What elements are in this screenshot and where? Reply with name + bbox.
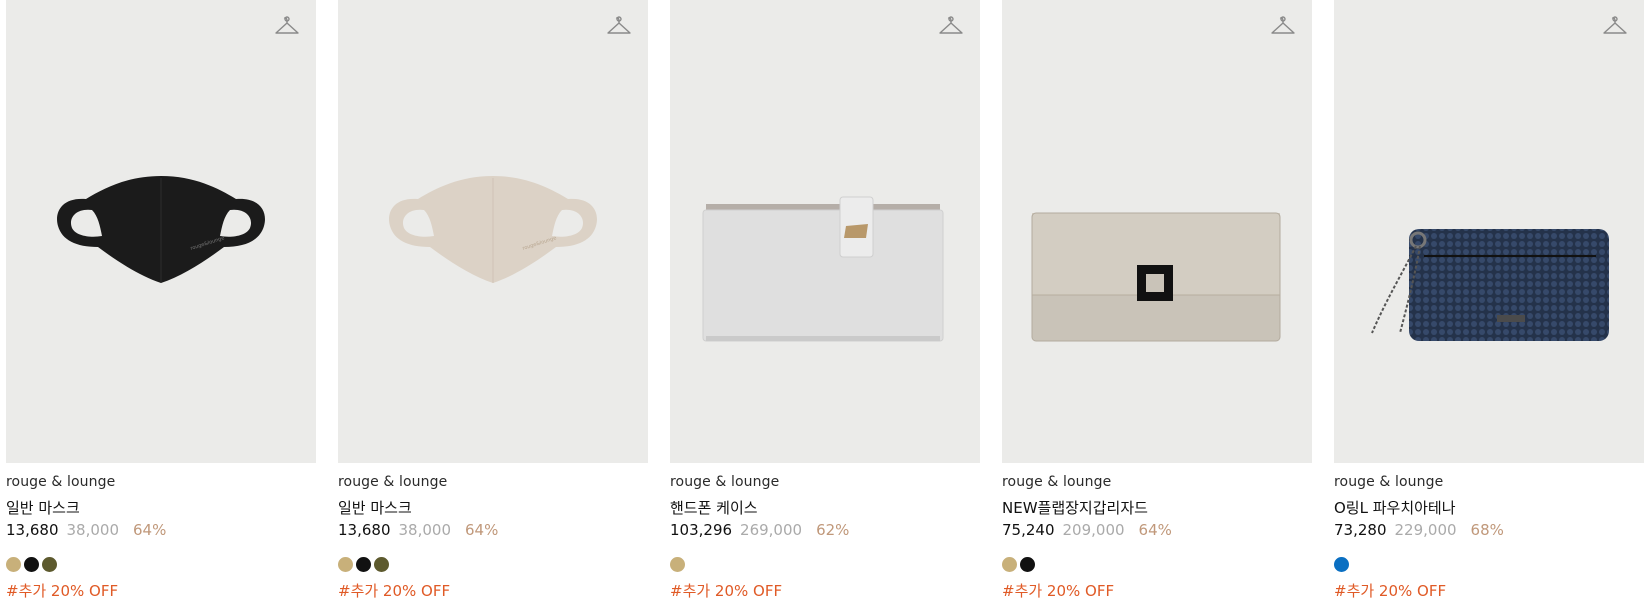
- beige-face-mask-image: rouge&lounge: [389, 176, 597, 283]
- color-swatches: [1002, 557, 1035, 572]
- discount-rate: 64%: [1138, 521, 1172, 539]
- product-name[interactable]: 핸드폰 케이스: [670, 497, 758, 518]
- product-image[interactable]: [1002, 0, 1312, 463]
- product-image[interactable]: [1334, 0, 1644, 463]
- white-phone-case-image: [702, 196, 944, 342]
- product-name[interactable]: O링L 파우치아테나: [1334, 497, 1456, 518]
- color-swatch[interactable]: [670, 557, 685, 572]
- hanger-icon[interactable]: [606, 14, 632, 38]
- color-swatches: [670, 557, 685, 572]
- product-card[interactable]: rouge&lounge rouge & lounge 일반 마스크 13,68…: [6, 0, 316, 605]
- product-card[interactable]: rouge & lounge O링L 파우치아테나 73,280 229,000 6…: [1334, 0, 1644, 605]
- discount-rate: 62%: [816, 521, 850, 539]
- color-swatch[interactable]: [1334, 557, 1349, 572]
- discount-rate: 64%: [465, 521, 499, 539]
- sale-price: 73,280: [1334, 521, 1387, 539]
- color-swatch[interactable]: [1002, 557, 1017, 572]
- sale-price: 13,680: [338, 521, 391, 539]
- product-name[interactable]: 일반 마스크: [6, 497, 80, 518]
- brand-name[interactable]: rouge & lounge: [670, 474, 779, 490]
- black-face-mask-image: rouge&lounge: [57, 176, 265, 283]
- promo-tag: #추가 20% OFF: [1002, 582, 1115, 600]
- color-swatches: [1334, 557, 1349, 572]
- hanger-icon[interactable]: [1602, 14, 1628, 38]
- color-swatch[interactable]: [6, 557, 21, 572]
- color-swatch[interactable]: [24, 557, 39, 572]
- hanger-icon[interactable]: [274, 14, 300, 38]
- product-card[interactable]: rouge&lounge rouge & lounge 일반 마스크 13,68…: [338, 0, 648, 605]
- hanger-icon[interactable]: [938, 14, 964, 38]
- product-image[interactable]: rouge&lounge: [338, 0, 648, 463]
- original-price: 38,000: [66, 521, 120, 539]
- discount-rate: 64%: [133, 521, 167, 539]
- original-price: 38,000: [398, 521, 452, 539]
- promo-tag: #추가 20% OFF: [338, 582, 451, 600]
- sale-price: 75,240: [1002, 521, 1055, 539]
- product-name[interactable]: 일반 마스크: [338, 497, 412, 518]
- navy-quilted-pouch-image: [1371, 229, 1609, 341]
- price-row: 13,680 38,000 64%: [6, 521, 166, 539]
- color-swatches: [6, 557, 57, 572]
- promo-tag: #추가 20% OFF: [670, 582, 783, 600]
- discount-rate: 68%: [1470, 521, 1504, 539]
- product-image[interactable]: [670, 0, 980, 463]
- brand-name[interactable]: rouge & lounge: [1002, 474, 1111, 490]
- product-name[interactable]: NEW플랩장지갑리자드: [1002, 497, 1148, 518]
- price-row: 103,296 269,000 62%: [670, 521, 849, 539]
- product-image[interactable]: rouge&lounge: [6, 0, 316, 463]
- color-swatch[interactable]: [338, 557, 353, 572]
- price-row: 75,240 209,000 64%: [1002, 521, 1172, 539]
- color-swatch[interactable]: [1020, 557, 1035, 572]
- color-swatch[interactable]: [356, 557, 371, 572]
- product-card[interactable]: rouge & lounge NEW플랩장지갑리자드 75,240 209,000…: [1002, 0, 1312, 605]
- hanger-icon[interactable]: [1270, 14, 1296, 38]
- price-row: 13,680 38,000 64%: [338, 521, 498, 539]
- product-grid: rouge&lounge rouge & lounge 일반 마스크 13,68…: [0, 0, 1645, 605]
- price-row: 73,280 229,000 68%: [1334, 521, 1504, 539]
- color-swatch[interactable]: [374, 557, 389, 572]
- original-price: 269,000: [740, 521, 803, 539]
- brand-name[interactable]: rouge & lounge: [1334, 474, 1443, 490]
- promo-tag: #추가 20% OFF: [1334, 582, 1447, 600]
- original-price: 209,000: [1062, 521, 1125, 539]
- original-price: 229,000: [1394, 521, 1457, 539]
- brand-name[interactable]: rouge & lounge: [338, 474, 447, 490]
- promo-tag: #추가 20% OFF: [6, 582, 119, 600]
- brand-name[interactable]: rouge & lounge: [6, 474, 115, 490]
- product-card[interactable]: rouge & lounge 핸드폰 케이스 103,296 269,000 62%…: [670, 0, 980, 605]
- sale-price: 13,680: [6, 521, 59, 539]
- color-swatches: [338, 557, 389, 572]
- color-swatch[interactable]: [42, 557, 57, 572]
- grey-lizard-wallet-image: [1031, 212, 1281, 342]
- sale-price: 103,296: [670, 521, 733, 539]
